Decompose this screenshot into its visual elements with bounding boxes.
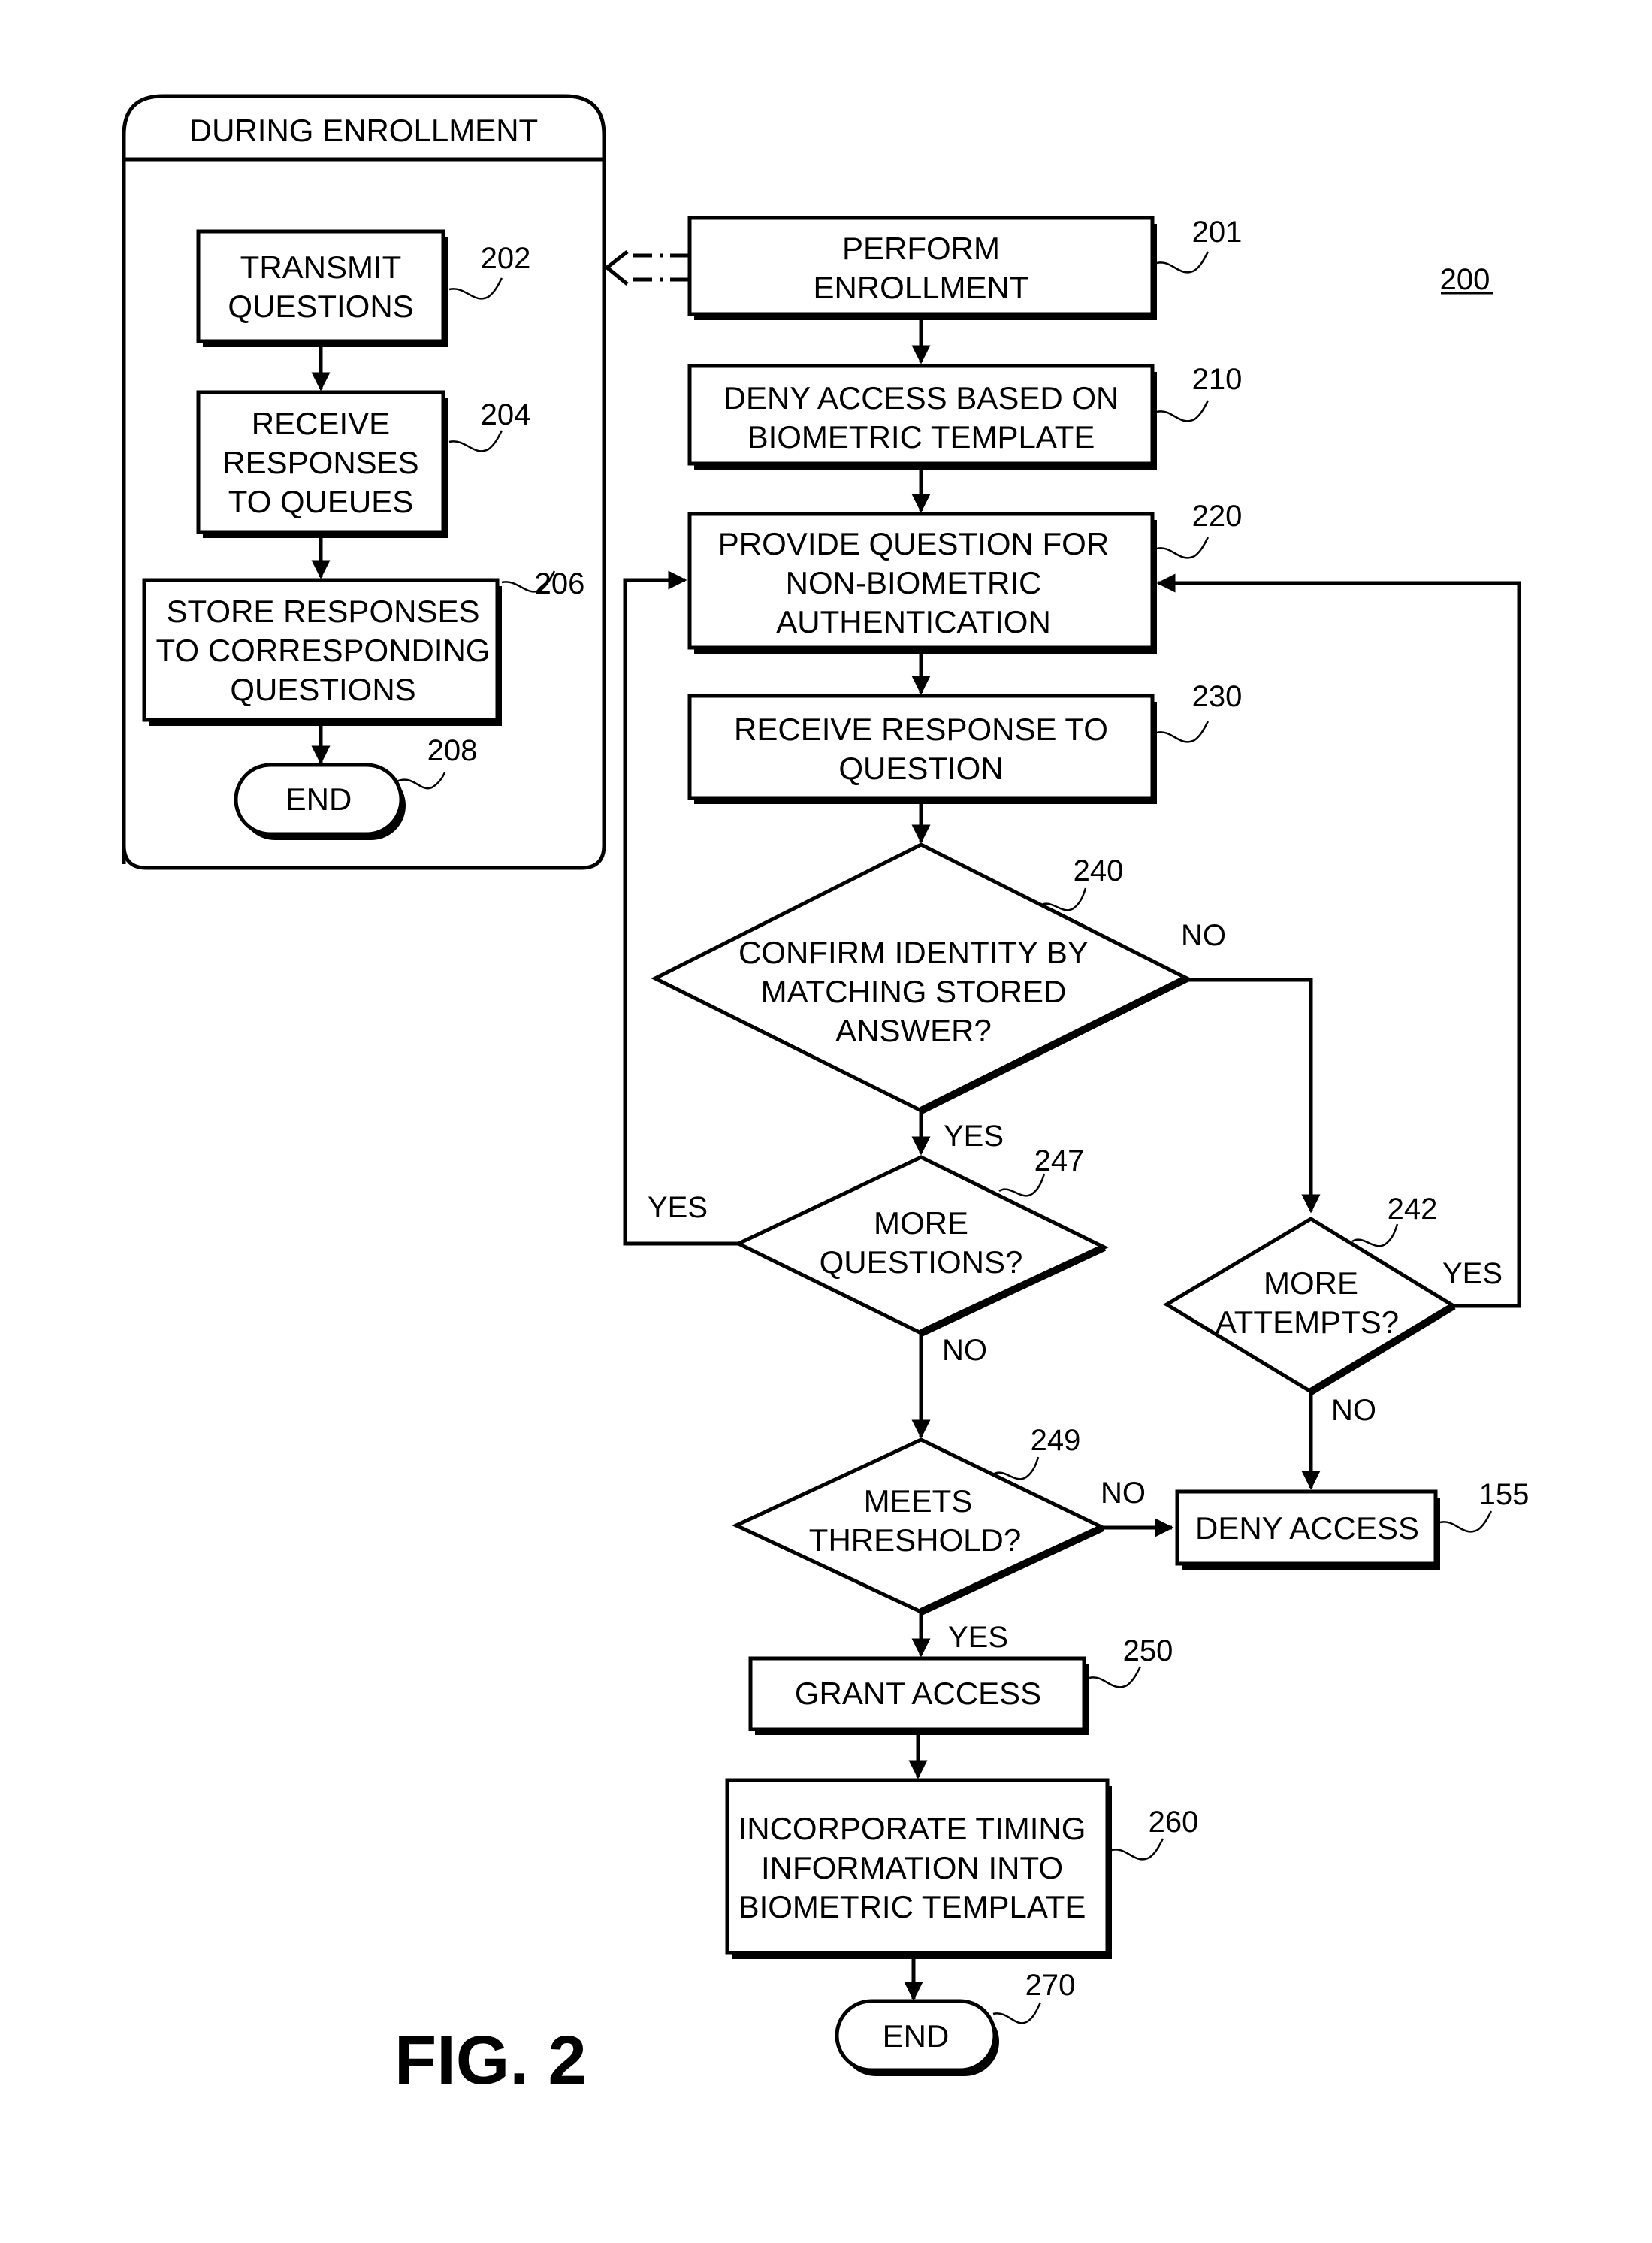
- decision-247-more-questions: MORE QUESTIONS?: [734, 1155, 1109, 1337]
- svg-text:BIOMETRIC TEMPLATE: BIOMETRIC TEMPLATE: [738, 1889, 1086, 1924]
- ref-220: 220: [1192, 500, 1243, 533]
- svg-text:THRESHOLD?: THRESHOLD?: [809, 1522, 1021, 1558]
- step-206-store-responses: STORE RESPONSES TO CORRESPONDING QUESTIO…: [142, 578, 502, 726]
- ref-260: 260: [1149, 1806, 1199, 1839]
- leader-249: [992, 1456, 1040, 1480]
- ref-202: 202: [481, 242, 531, 275]
- svg-text:QUESTIONS: QUESTIONS: [230, 672, 415, 707]
- svg-text:QUESTIONS: QUESTIONS: [228, 289, 413, 324]
- ref-155: 155: [1479, 1478, 1530, 1511]
- step-260-incorporate-timing: INCORPORATE TIMING INFORMATION INTO BIOM…: [725, 1778, 1112, 1959]
- svg-text:CONFIRM IDENTITY BY: CONFIRM IDENTITY BY: [738, 935, 1089, 970]
- svg-text:ATTEMPTS?: ATTEMPTS?: [1216, 1304, 1399, 1340]
- svg-text:INCORPORATE TIMING: INCORPORATE TIMING: [738, 1811, 1086, 1846]
- svg-text:QUESTION: QUESTION: [838, 751, 1003, 786]
- label-240-no: NO: [1181, 919, 1226, 952]
- leader-260: [1111, 1838, 1164, 1861]
- leader-201: [1156, 251, 1210, 274]
- step-230-receive-response: RECEIVE RESPONSE TO QUESTION: [687, 694, 1157, 804]
- label-247-yes: YES: [648, 1191, 708, 1224]
- ref-240: 240: [1074, 854, 1124, 887]
- decision-242-more-attempts: MORE ATTEMPTS?: [1163, 1217, 1457, 1395]
- svg-text:NON-BIOMETRIC: NON-BIOMETRIC: [786, 565, 1042, 600]
- leader-242: [1351, 1223, 1399, 1247]
- leader-208: [396, 772, 446, 790]
- ref-206: 206: [535, 567, 585, 600]
- leader-220: [1156, 537, 1210, 559]
- ref-270: 270: [1025, 1969, 1076, 2002]
- ref-242: 242: [1388, 1193, 1438, 1226]
- label-249-no: NO: [1101, 1477, 1146, 1510]
- step-201-perform-enrollment: PERFORM ENROLLMENT: [687, 216, 1157, 320]
- step-208-end: END: [234, 763, 406, 840]
- svg-text:TO CORRESPONDING: TO CORRESPONDING: [156, 633, 491, 668]
- label-242-no: NO: [1331, 1394, 1376, 1427]
- label-242-yes: YES: [1442, 1257, 1503, 1290]
- leader-270: [992, 2002, 1042, 2024]
- leader-204: [448, 430, 503, 452]
- step-250-grant-access: GRANT ACCESS: [748, 1656, 1089, 1735]
- step-270-end: END: [835, 1999, 999, 2076]
- svg-text:RECEIVE RESPONSE TO: RECEIVE RESPONSE TO: [734, 712, 1108, 747]
- svg-text:INFORMATION INTO: INFORMATION INTO: [761, 1850, 1063, 1885]
- leader-230: [1156, 721, 1210, 743]
- svg-text:ANSWER?: ANSWER?: [835, 1013, 992, 1048]
- ref-210: 210: [1192, 363, 1243, 396]
- svg-text:GRANT ACCESS: GRANT ACCESS: [795, 1676, 1041, 1711]
- step-155-deny-access: DENY ACCESS: [1175, 1489, 1440, 1570]
- svg-text:RECEIVE: RECEIVE: [252, 406, 390, 441]
- leader-210: [1156, 400, 1210, 422]
- leader-155: [1439, 1510, 1493, 1533]
- label-249-yes: YES: [948, 1621, 1008, 1654]
- svg-text:MEETS: MEETS: [864, 1483, 973, 1519]
- svg-text:END: END: [285, 781, 352, 817]
- flowchart-diagram: DURING ENROLLMENT TRANSMIT QUESTIONS 202…: [122, 94, 1530, 2099]
- svg-text:MATCHING STORED: MATCHING STORED: [761, 974, 1067, 1009]
- leader-202: [448, 277, 503, 300]
- arrow-240-no-242: [1187, 978, 1321, 1214]
- ref-208: 208: [427, 734, 478, 767]
- diagram-ref-200: 200: [1440, 263, 1490, 296]
- ref-250: 250: [1123, 1634, 1173, 1667]
- figure-label: FIG. 2: [394, 2022, 587, 2099]
- step-210-deny-access-biometric: DENY ACCESS BASED ON BIOMETRIC TEMPLATE: [687, 364, 1157, 470]
- svg-text:BIOMETRIC TEMPLATE: BIOMETRIC TEMPLATE: [747, 419, 1095, 455]
- step-202-transmit-questions: TRANSMIT QUESTIONS: [196, 229, 448, 347]
- enrollment-link-connector: [603, 250, 690, 286]
- svg-text:DENY ACCESS BASED ON: DENY ACCESS BASED ON: [723, 380, 1119, 416]
- enrollment-panel-title: DURING ENROLLMENT: [189, 113, 538, 148]
- svg-text:TO QUEUES: TO QUEUES: [228, 484, 414, 519]
- svg-text:PERFORM: PERFORM: [842, 231, 1000, 266]
- svg-text:TRANSMIT: TRANSMIT: [240, 249, 402, 285]
- enrollment-panel: DURING ENROLLMENT TRANSMIT QUESTIONS 202…: [122, 94, 606, 870]
- svg-text:STORE RESPONSES: STORE RESPONSES: [166, 594, 479, 629]
- svg-text:AUTHENTICATION: AUTHENTICATION: [776, 604, 1051, 639]
- label-240-yes: YES: [944, 1120, 1004, 1153]
- step-220-provide-question: PROVIDE QUESTION FOR NON-BIOMETRIC AUTHE…: [687, 512, 1157, 654]
- svg-text:RESPONSES: RESPONSES: [222, 445, 418, 480]
- step-204-receive-responses: RECEIVE RESPONSES TO QUEUES: [196, 390, 448, 538]
- leader-250: [1089, 1666, 1142, 1688]
- decision-249-meets-threshold: MEETS THRESHOLD?: [732, 1437, 1107, 1616]
- label-247-no: NO: [942, 1334, 987, 1367]
- svg-text:QUESTIONS?: QUESTIONS?: [820, 1244, 1023, 1280]
- arrow-247-yes-220: [623, 570, 738, 1246]
- svg-text:PROVIDE QUESTION FOR: PROVIDE QUESTION FOR: [718, 526, 1109, 561]
- ref-201: 201: [1192, 216, 1243, 249]
- ref-230: 230: [1192, 680, 1243, 713]
- ref-247: 247: [1034, 1144, 1085, 1177]
- svg-text:MORE: MORE: [874, 1205, 968, 1241]
- svg-text:END: END: [883, 2018, 950, 2054]
- svg-text:ENROLLMENT: ENROLLMENT: [813, 270, 1028, 305]
- svg-text:MORE: MORE: [1264, 1265, 1358, 1301]
- ref-204: 204: [481, 398, 531, 431]
- svg-text:DENY ACCESS: DENY ACCESS: [1195, 1510, 1419, 1546]
- ref-249: 249: [1031, 1424, 1081, 1457]
